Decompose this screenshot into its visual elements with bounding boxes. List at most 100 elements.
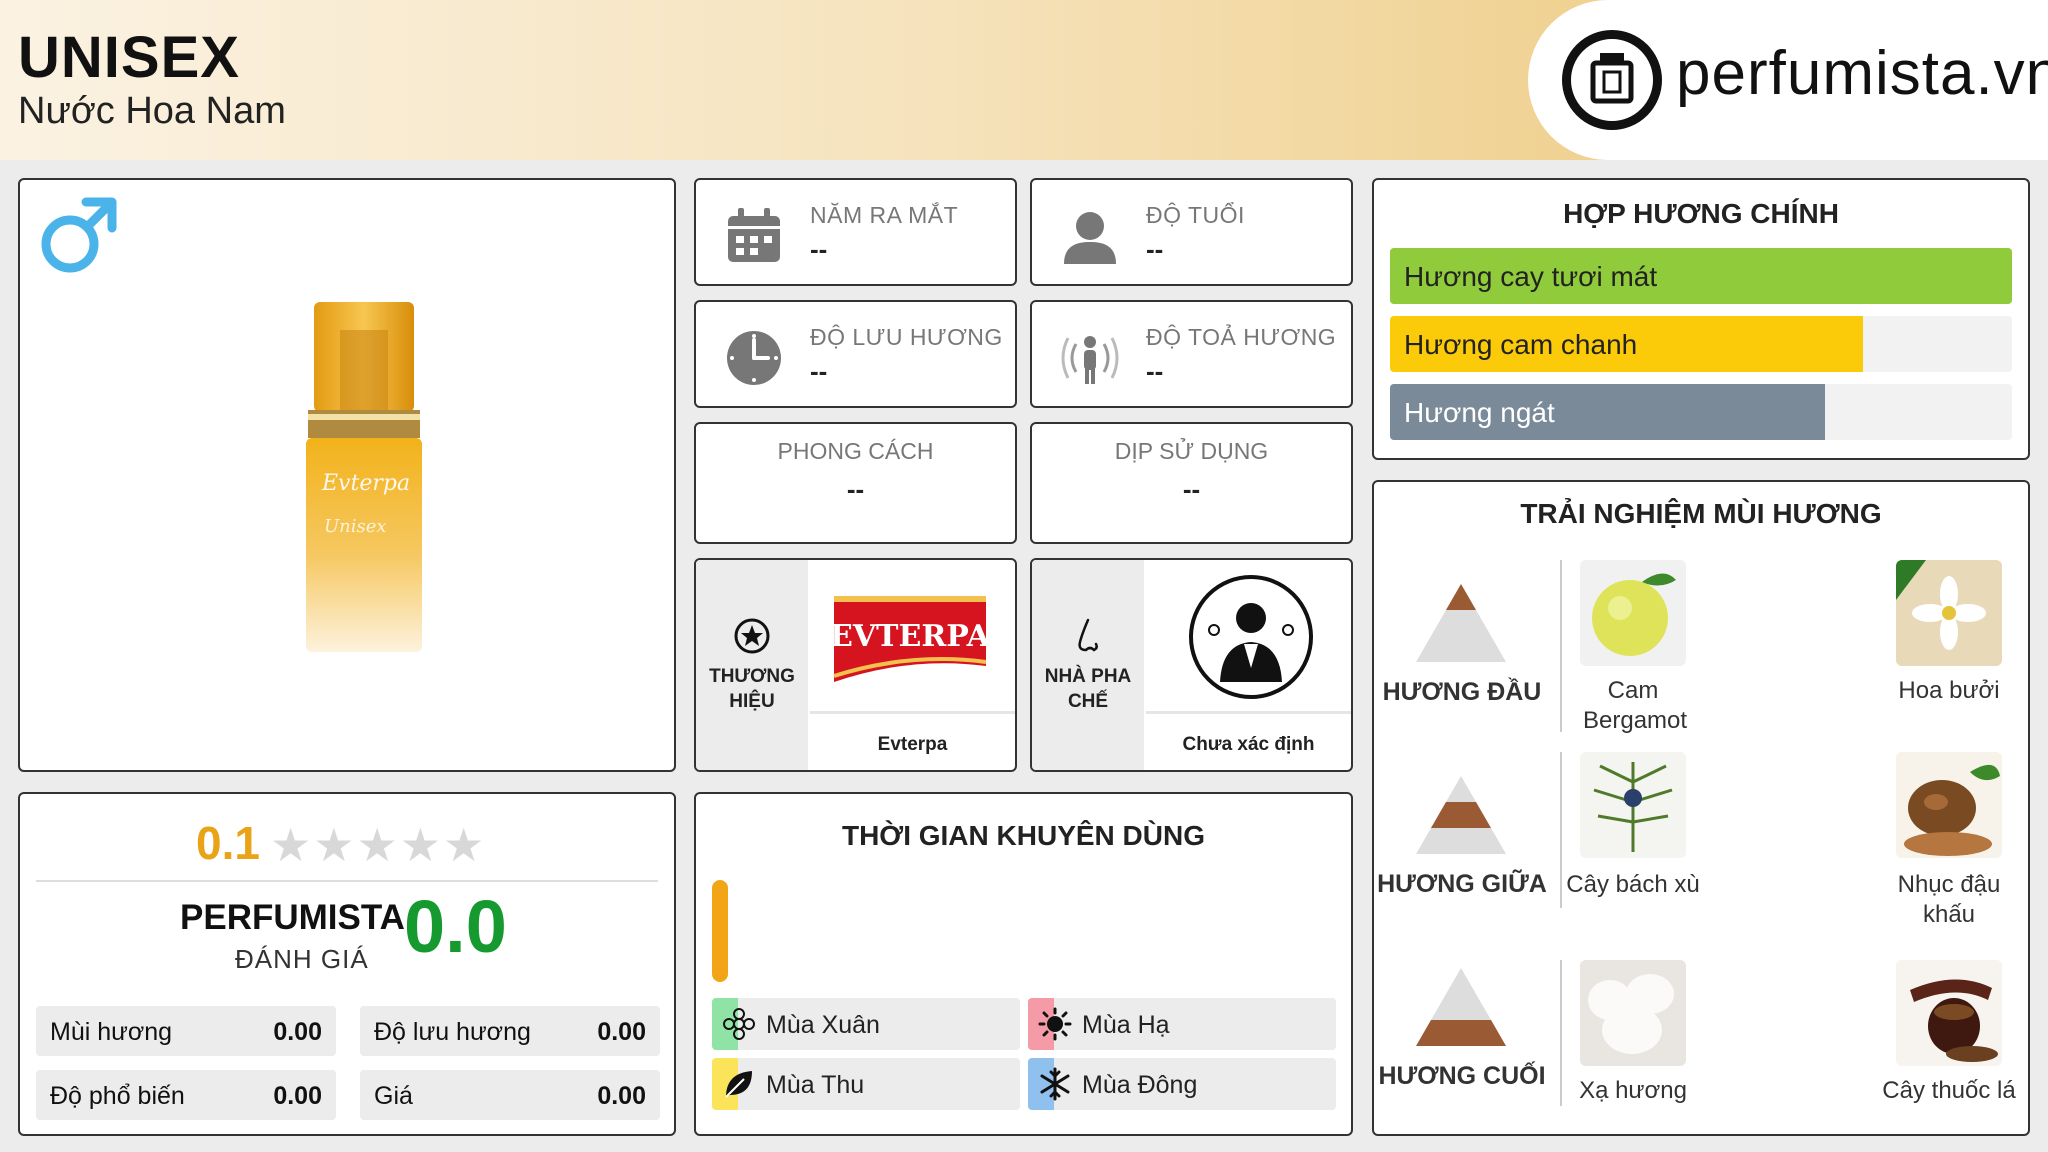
occasion-box: DỊP SỬ DỤNG -- bbox=[1030, 422, 1353, 544]
metric-scent: Mùi hương 0.00 bbox=[36, 1006, 336, 1056]
accord-label: Hương cam chanh bbox=[1404, 329, 1638, 360]
time-title: THỜI GIAN KHUYÊN DÙNG bbox=[841, 820, 1205, 851]
accords-title: HỢP HƯƠNG CHÍNH bbox=[1563, 198, 1839, 229]
longevity-box: ĐỘ LƯU HƯƠNG -- bbox=[694, 300, 1017, 408]
tier-middle-label: HƯƠNG GIỮA bbox=[1377, 870, 1547, 898]
star-icon[interactable]: ★ bbox=[443, 819, 486, 871]
product-image-card: Evterpa Unisex bbox=[18, 178, 676, 772]
logo-text: perfumista.vn bbox=[1676, 39, 2048, 108]
note-image-juniper bbox=[1580, 752, 1686, 858]
clock-icon bbox=[727, 331, 781, 385]
accord-label: Hương ngát bbox=[1404, 397, 1555, 428]
brand-logo[interactable]: perfumista.vn bbox=[1528, 0, 2048, 160]
star-icon bbox=[734, 618, 770, 654]
pyramid-base-icon bbox=[1416, 968, 1506, 1046]
note-juniper: Cây bách xù bbox=[1566, 871, 1700, 898]
perfumista-subtitle: ĐÁNH GIÁ bbox=[235, 944, 369, 974]
season-autumn: Mùa Thu bbox=[712, 1058, 1020, 1110]
perfumista-score: 0.0 bbox=[404, 885, 507, 968]
nose-icon bbox=[1078, 618, 1098, 652]
brand-box[interactable]: THƯƠNG HIỆU EVTERPA Evterpa bbox=[694, 558, 1017, 772]
metric-popularity: Độ phổ biến 0.00 bbox=[36, 1070, 336, 1120]
note-image-grapefruit-blossom bbox=[1896, 560, 2002, 666]
release-year-value: -- bbox=[810, 234, 828, 264]
perfumer-name: Chưa xác định bbox=[1182, 734, 1315, 755]
perfumista-title: PERFUMISTA bbox=[180, 898, 405, 937]
flower-icon bbox=[723, 1008, 755, 1040]
notes-title: TRẢI NGHIỆM MÙI HƯƠNG bbox=[1520, 498, 1882, 529]
evterpa-logo: EVTERPA bbox=[830, 596, 990, 682]
star-icon[interactable]: ★ bbox=[270, 819, 313, 871]
rating-divider bbox=[36, 880, 658, 882]
occasion-label: DỊP SỬ DỤNG bbox=[1114, 438, 1269, 464]
leaf-icon bbox=[725, 1071, 752, 1098]
star-icon[interactable]: ★ bbox=[313, 819, 356, 871]
brand-logo-area: EVTERPA bbox=[810, 560, 1015, 714]
star-rating[interactable]: ★★★★★ bbox=[270, 818, 486, 872]
occasion-value: -- bbox=[1182, 474, 1201, 504]
release-year-box: NĂM RA MẮT -- bbox=[694, 178, 1017, 286]
note-image-musk bbox=[1580, 960, 1686, 1066]
metric-longevity: Độ lưu hương 0.00 bbox=[360, 1006, 660, 1056]
svg-text:Evterpa: Evterpa bbox=[321, 471, 410, 496]
season-summer: Mùa Hạ bbox=[1028, 998, 1336, 1050]
brand-label: THƯƠNG HIỆU bbox=[709, 666, 795, 712]
age-value: -- bbox=[1146, 234, 1164, 264]
metric-price: Giá 0.00 bbox=[360, 1070, 660, 1120]
recommended-time-card: THỜI GIAN KHUYÊN DÙNG Mùa Xuân Mùa Hạ Mù… bbox=[694, 792, 1353, 1136]
perfumer-side-panel: NHÀ PHA CHẾ bbox=[1032, 560, 1144, 770]
age-label: ĐỘ TUỔI bbox=[1146, 202, 1245, 228]
longevity-label: ĐỘ LƯU HƯƠNG bbox=[810, 324, 1003, 350]
pyramid-middle-icon bbox=[1416, 776, 1506, 854]
tier-top-label: HƯƠNG ĐẦU bbox=[1382, 678, 1542, 706]
star-icon[interactable]: ★ bbox=[400, 819, 443, 871]
star-icon[interactable]: ★ bbox=[357, 819, 400, 871]
accord-bar: Hương cam chanh bbox=[1390, 316, 2012, 372]
age-box: ĐỘ TUỔI -- bbox=[1030, 178, 1353, 286]
sillage-box: ĐỘ TOẢ HƯƠNG -- bbox=[1030, 300, 1353, 408]
accord-label: Hương cay tươi mát bbox=[1404, 261, 1658, 292]
brand-side-panel: THƯƠNG HIỆU bbox=[696, 560, 808, 770]
brand-name: Evterpa bbox=[877, 734, 948, 755]
sillage-label: ĐỘ TOẢ HƯƠNG bbox=[1146, 324, 1337, 350]
perfumer-box[interactable]: NHÀ PHA CHẾ Chưa xác định bbox=[1030, 558, 1353, 772]
rating-card: 0.1 ★★★★★ PERFUMISTA ĐÁNH GIÁ 0.0 Mùi hư… bbox=[18, 792, 676, 1136]
main-accords-card: HỢP HƯƠNG CHÍNH Hương cay tươi mát Hương … bbox=[1372, 178, 2030, 460]
tier-base-label: HƯƠNG CUỐI bbox=[1378, 1062, 1546, 1090]
brand-logo-text: EVTERPA bbox=[830, 619, 990, 654]
note-bergamot: Cam Bergamot bbox=[1583, 677, 1688, 734]
day-night-bar bbox=[712, 880, 728, 982]
page-title: UNISEX bbox=[18, 25, 240, 90]
page-subtitle: Nước Hoa Nam bbox=[18, 90, 286, 132]
season-winter: Mùa Đông bbox=[1028, 1058, 1336, 1110]
note-image-tobacco bbox=[1896, 960, 2002, 1066]
note-image-bergamot bbox=[1580, 560, 1686, 666]
longevity-value: -- bbox=[810, 356, 828, 386]
calendar-icon bbox=[728, 208, 780, 262]
perfume-bottle-image: Evterpa Unisex bbox=[306, 302, 422, 652]
season-spring: Mùa Xuân bbox=[712, 998, 1020, 1050]
note-nutmeg: Nhục đậu khấu bbox=[1897, 871, 2001, 928]
male-icon bbox=[41, 197, 117, 273]
accord-bar: Hương ngát bbox=[1390, 384, 2012, 440]
release-year-label: NĂM RA MẮT bbox=[810, 202, 959, 228]
perfumer-placeholder-icon bbox=[1189, 575, 1313, 699]
note-musk: Xạ hương bbox=[1579, 1077, 1687, 1104]
style-box: PHONG CÁCH -- bbox=[694, 422, 1017, 544]
note-grapefruit-blossom: Hoa bưởi bbox=[1898, 677, 2000, 704]
header: UNISEX Nước Hoa Nam perfumista.vn bbox=[0, 0, 2048, 160]
radiate-icon bbox=[1061, 336, 1119, 384]
user-icon bbox=[1064, 212, 1116, 264]
note-tobacco: Cây thuốc lá bbox=[1882, 1077, 2016, 1104]
pyramid-top-icon bbox=[1416, 584, 1506, 662]
style-value: -- bbox=[846, 474, 865, 504]
perfume-bottle-logo-icon bbox=[1562, 30, 1662, 130]
svg-text:Unisex: Unisex bbox=[324, 516, 387, 537]
style-label: PHONG CÁCH bbox=[777, 438, 934, 464]
accord-bar: Hương cay tươi mát bbox=[1390, 248, 2012, 304]
perfumer-label: NHÀ PHA CHẾ bbox=[1044, 666, 1132, 712]
user-rating-score: 0.1 bbox=[196, 817, 260, 869]
sillage-value: -- bbox=[1146, 356, 1164, 386]
snowflake-icon bbox=[1040, 1067, 1070, 1101]
note-image-nutmeg bbox=[1896, 752, 2002, 858]
